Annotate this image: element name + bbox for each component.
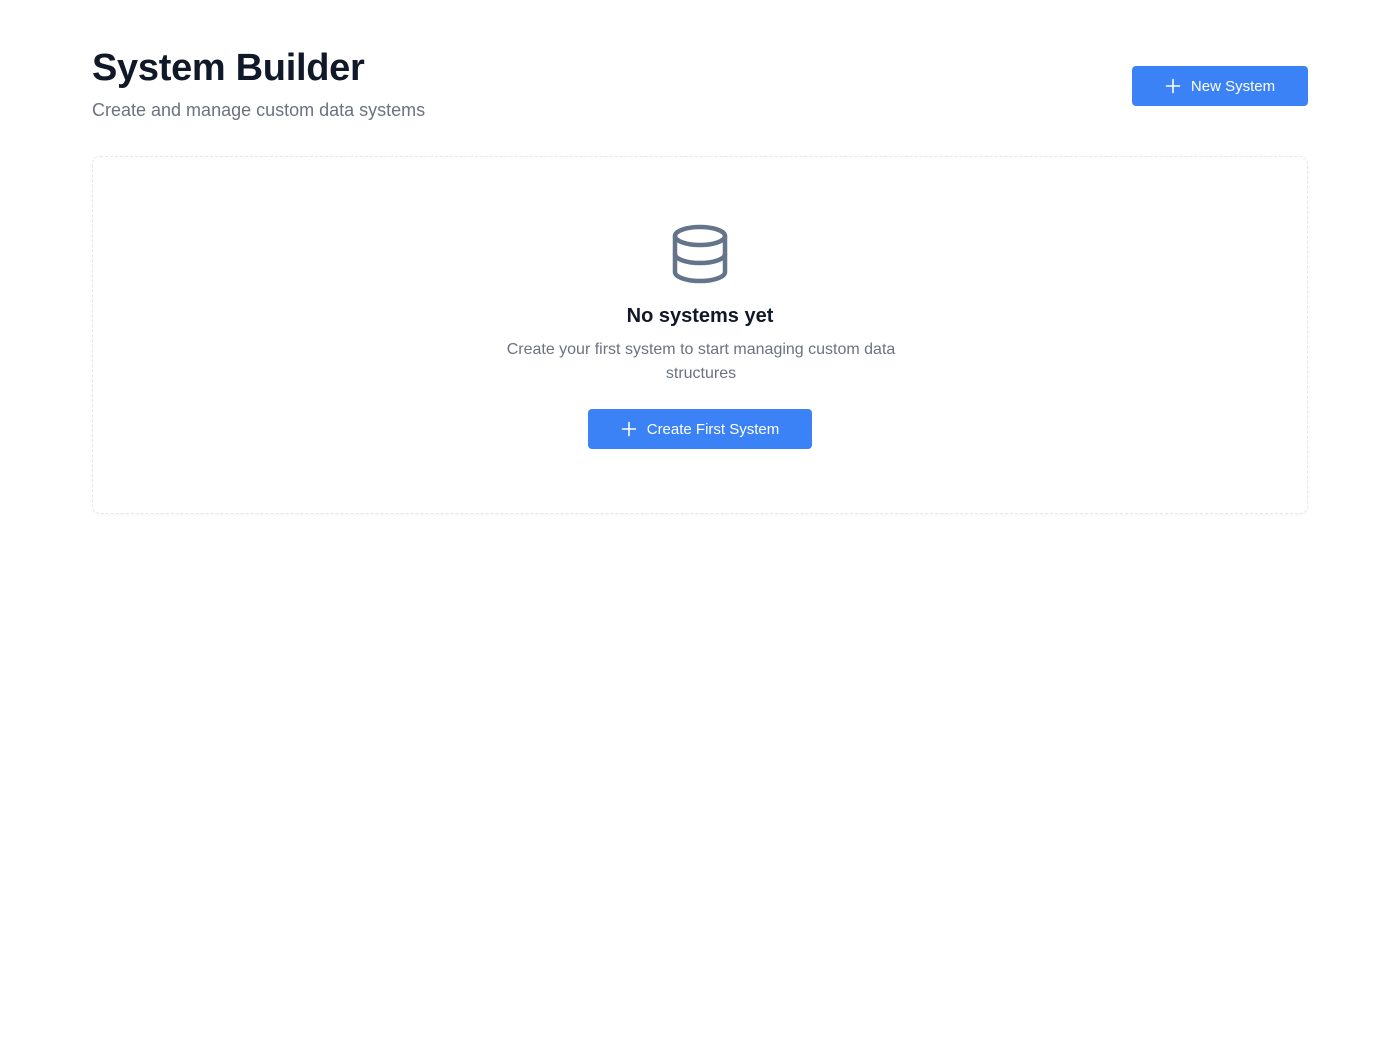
empty-state-card: No systems yet Create your first system …: [92, 156, 1308, 514]
create-first-system-button[interactable]: Create First System: [588, 409, 812, 449]
empty-state-title: No systems yet: [626, 305, 774, 327]
database-icon: [670, 223, 730, 285]
new-system-button-label: New System: [1190, 77, 1276, 95]
plus-icon: [621, 421, 637, 437]
page-header: System Builder Create and manage custom …: [92, 46, 1308, 126]
page-title: System Builder: [92, 47, 365, 89]
empty-state-description: Create your first system to start managi…: [506, 341, 896, 382]
create-first-system-button-label: Create First System: [646, 420, 780, 438]
plus-icon: [1165, 78, 1181, 94]
page-subtitle: Create and manage custom data systems: [92, 100, 426, 120]
page: System Builder Create and manage custom …: [0, 0, 1400, 1050]
new-system-button[interactable]: New System: [1132, 66, 1308, 106]
